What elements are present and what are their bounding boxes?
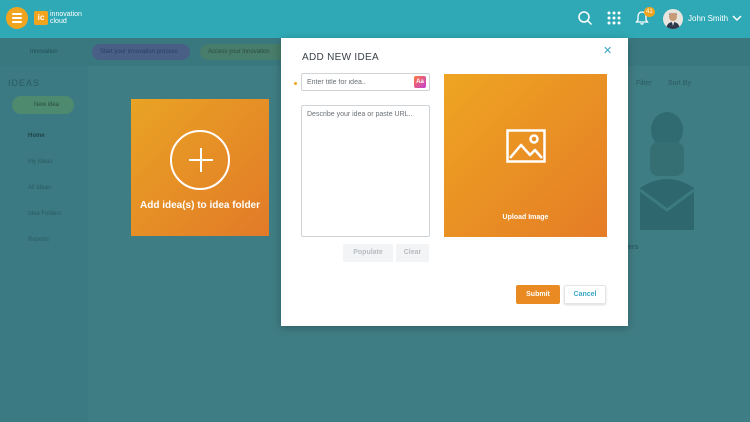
sidebar-item-all-ideas[interactable]: All Ideas (28, 185, 51, 191)
avatar[interactable] (663, 9, 683, 29)
add-to-folder-label: Add idea(s) to idea folder (140, 200, 261, 211)
chevron-down-icon[interactable] (731, 12, 743, 24)
logo-mark: ic (34, 11, 48, 25)
idea-title-input[interactable] (301, 73, 430, 91)
modal-title: ADD NEW IDEA (302, 52, 379, 63)
search-icon[interactable] (577, 10, 593, 26)
upload-image-label: Upload Image (502, 214, 549, 221)
plus-circle-icon (170, 130, 230, 190)
close-icon[interactable]: ✕ (603, 44, 612, 57)
sort-by-label[interactable]: Sort By (668, 80, 691, 87)
add-idea-modal: ADD NEW IDEA ✕ Aa Populate Clear Upload … (281, 38, 628, 326)
sidebar (0, 66, 88, 422)
notification-badge: 41 (644, 7, 655, 17)
logo-text: innovation cloud (50, 11, 82, 25)
menu-icon[interactable] (6, 7, 28, 29)
text-format-icon[interactable]: Aa (414, 76, 426, 88)
sidebar-title: IDEAS (8, 78, 41, 88)
filter-label[interactable]: Filter (636, 80, 652, 87)
top-bar: ic innovation cloud 41 John Smith (0, 0, 750, 38)
idea-description-input[interactable] (301, 105, 430, 237)
subnav-innovation[interactable]: Innovation (30, 49, 58, 55)
sidebar-item-reports[interactable]: Reports (28, 237, 49, 243)
illustration-caption: ers (628, 244, 639, 251)
upload-image-area[interactable]: Upload Image (444, 74, 607, 237)
person-illustration-icon (639, 112, 695, 230)
populate-button[interactable]: Populate (343, 244, 393, 262)
clear-button[interactable]: Clear (396, 244, 429, 262)
sidebar-item-idea-folders[interactable]: Idea Folders (28, 211, 61, 217)
apps-grid-icon[interactable] (606, 10, 622, 26)
sidebar-item-home[interactable]: Home (28, 133, 45, 139)
new-idea-button[interactable]: New idea (12, 96, 74, 114)
user-name[interactable]: John Smith (688, 14, 728, 23)
cancel-button[interactable]: Cancel (564, 285, 606, 304)
sidebar-item-my-ideas[interactable]: My Ideas (28, 159, 52, 165)
submit-button[interactable]: Submit (516, 285, 560, 304)
required-indicator (294, 82, 297, 85)
subnav-access[interactable]: Access your innovation (200, 44, 286, 60)
image-icon (506, 129, 546, 163)
subnav-start-process[interactable]: Start your innovation process (92, 44, 190, 60)
